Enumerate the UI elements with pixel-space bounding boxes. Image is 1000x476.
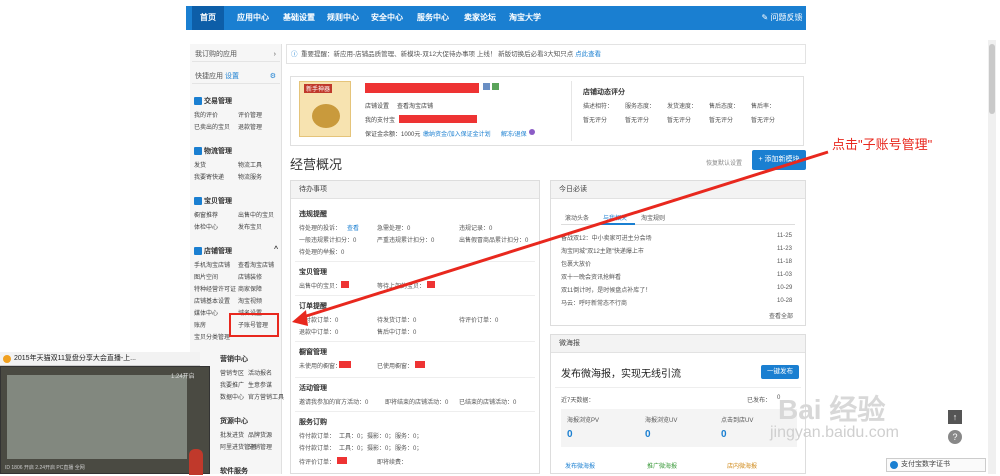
scrollbar-thumb[interactable] xyxy=(989,44,995,114)
video-footer: ID 1806 开启 2.24开启 PC直播 全网 xyxy=(5,465,85,471)
scrollbar[interactable] xyxy=(988,40,996,474)
video-player[interactable]: 1.24开启 ID 1806 开启 2.24开启 PC直播 全网 xyxy=(0,366,210,475)
app-icon xyxy=(3,355,11,363)
presenter-figure xyxy=(189,449,203,475)
baidu-watermark-url: jingyan.baidu.com xyxy=(770,424,899,441)
cert-badge[interactable]: 支付宝数字证书 xyxy=(886,458,986,472)
baidu-watermark-logo: Bai 经验 xyxy=(778,394,886,425)
video-caption: 1.24开启 xyxy=(171,374,195,380)
annotation-text: 点击"子账号管理" xyxy=(832,137,933,152)
projected-screen xyxy=(7,375,187,459)
video-titlebar: 2015年天猫双11复盘分享大会直播-上... xyxy=(0,352,200,366)
back-to-top-icon[interactable]: ↑ xyxy=(948,410,962,424)
annotation-arrow-line xyxy=(299,150,829,320)
help-float-icon[interactable]: ? xyxy=(948,430,962,444)
annotation-arrow-head xyxy=(292,310,308,326)
cert-icon xyxy=(890,461,898,469)
